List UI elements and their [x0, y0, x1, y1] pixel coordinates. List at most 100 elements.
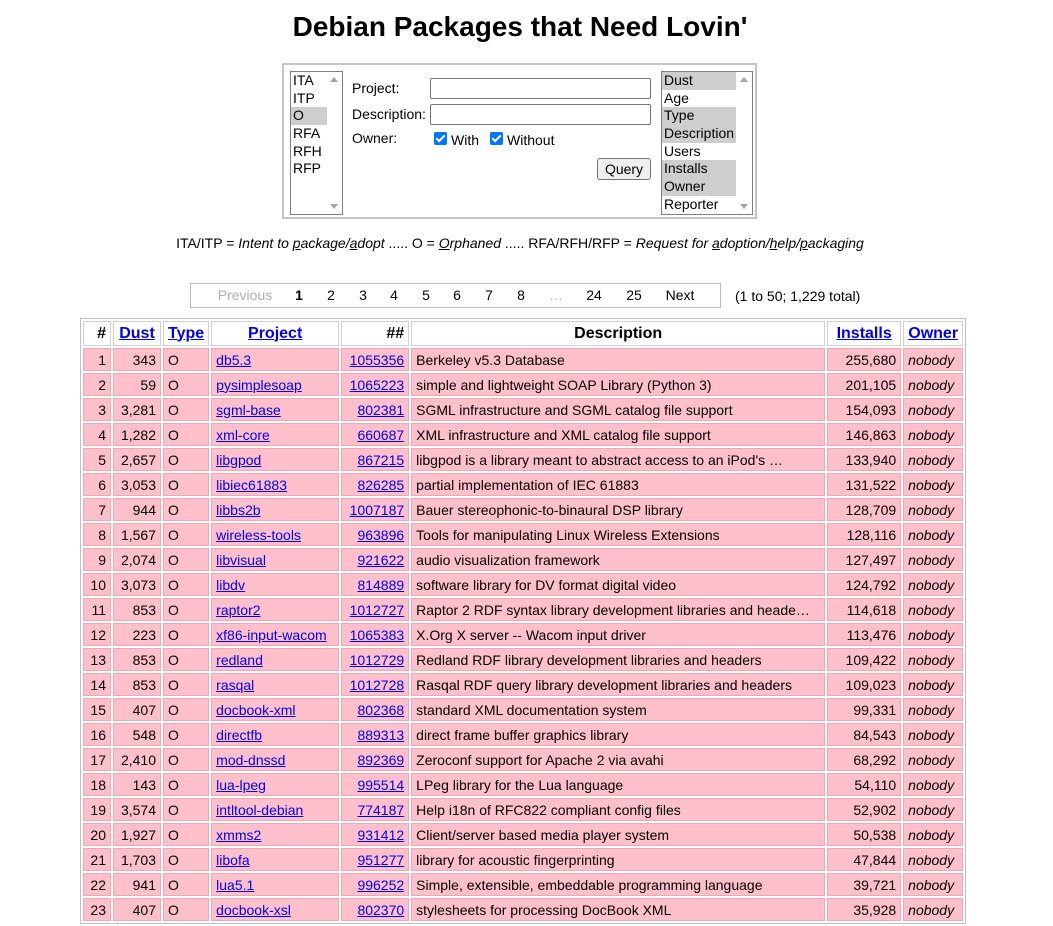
col-header-installs[interactable]: Installs: [827, 321, 902, 346]
bug-link[interactable]: 1065383: [350, 627, 405, 643]
bug-link[interactable]: 1007187: [350, 502, 405, 518]
project-link[interactable]: intltool-debian: [216, 802, 303, 818]
project-input[interactable]: [430, 78, 651, 99]
status-listbox[interactable]: ITA ITP O RFA RFH RFP: [290, 71, 343, 215]
bug-link[interactable]: 963896: [357, 527, 404, 543]
bug-link[interactable]: 802368: [357, 702, 404, 718]
status-option[interactable]: O: [291, 107, 327, 126]
status-option[interactable]: ITA: [291, 72, 327, 90]
owner-without-label[interactable]: Without: [507, 132, 554, 148]
row-project: lua-lpeg: [211, 773, 340, 796]
sort-option[interactable]: Installs: [662, 160, 736, 179]
project-link[interactable]: directfb: [216, 727, 262, 743]
page-link[interactable]: 2: [323, 284, 339, 307]
project-link[interactable]: libgpod: [216, 452, 261, 468]
scroll-down-arrow-icon[interactable]: [330, 204, 338, 209]
sort-option[interactable]: Reporter: [662, 196, 736, 214]
bug-link[interactable]: 1012729: [350, 652, 405, 668]
col-header-type[interactable]: Type: [163, 321, 210, 346]
sort-option[interactable]: Type: [662, 107, 736, 126]
status-listbox-scrollbar[interactable]: [327, 72, 342, 214]
project-link[interactable]: libdv: [216, 577, 245, 593]
page-link[interactable]: 25: [623, 284, 645, 307]
page-link[interactable]: 4: [386, 284, 402, 307]
sort-option[interactable]: Owner: [662, 178, 736, 196]
page-link[interactable]: 7: [481, 284, 497, 307]
project-link[interactable]: docbook-xsl: [216, 902, 291, 918]
project-link[interactable]: libbs2b: [216, 502, 260, 518]
sort-listbox[interactable]: Dust Age Type Description Users Installs Owner…: [661, 71, 753, 215]
project-link[interactable]: rasqal: [216, 677, 254, 693]
sort-owner-link[interactable]: Owner: [908, 325, 958, 342]
status-option[interactable]: RFH: [291, 143, 327, 161]
project-link[interactable]: libofa: [216, 852, 249, 868]
scroll-up-arrow-icon[interactable]: [330, 77, 338, 82]
col-header-owner[interactable]: Owner: [903, 321, 964, 346]
bug-link[interactable]: 774187: [357, 802, 404, 818]
project-link[interactable]: xml-core: [216, 427, 270, 443]
bug-link[interactable]: 814889: [357, 577, 404, 593]
page-link[interactable]: 3: [355, 284, 371, 307]
bug-link[interactable]: 921622: [357, 552, 404, 568]
page-link[interactable]: 8: [513, 284, 529, 307]
project-link[interactable]: raptor2: [216, 602, 260, 618]
sort-option[interactable]: Description: [662, 125, 736, 143]
bug-link[interactable]: 889313: [357, 727, 404, 743]
row-dust: 3,053: [113, 473, 161, 496]
col-header-project[interactable]: Project: [211, 321, 340, 346]
row-installs: 113,476: [827, 623, 902, 646]
project-link[interactable]: sgml-base: [216, 402, 281, 418]
sort-project-link[interactable]: Project: [248, 325, 302, 342]
query-button[interactable]: Query: [597, 158, 651, 180]
col-header-dust[interactable]: Dust: [113, 321, 161, 346]
project-link[interactable]: redland: [216, 652, 263, 668]
project-link[interactable]: pysimplesoap: [216, 377, 302, 393]
sort-option[interactable]: Dust: [662, 72, 736, 90]
project-link[interactable]: wireless-tools: [216, 527, 301, 543]
sort-type-link[interactable]: Type: [168, 325, 204, 342]
bug-link[interactable]: 660687: [357, 427, 404, 443]
project-link[interactable]: libvisual: [216, 552, 266, 568]
bug-link[interactable]: 996252: [357, 877, 404, 893]
project-link[interactable]: xmms2: [216, 827, 261, 843]
table-row: 14 853 Orasqal 1012728 Rasqal RDF query libr…: [83, 673, 964, 696]
description-input[interactable]: [430, 104, 651, 125]
sort-option[interactable]: Users: [662, 143, 736, 161]
project-link[interactable]: db5.3: [216, 352, 251, 368]
project-link[interactable]: xf86-input-wacom: [216, 627, 327, 643]
bug-link[interactable]: 951277: [357, 852, 404, 868]
bug-link[interactable]: 1012728: [350, 677, 405, 693]
results-total: (1 to 50; 1,229 total): [735, 288, 861, 304]
sort-option[interactable]: Age: [662, 90, 736, 108]
page-link[interactable]: 24: [583, 284, 605, 307]
project-link[interactable]: libiec61883: [216, 477, 287, 493]
project-link[interactable]: docbook-xml: [216, 702, 295, 718]
bug-link[interactable]: 1065223: [350, 377, 405, 393]
status-option[interactable]: RFA: [291, 125, 327, 143]
owner-with-checkbox[interactable]: [434, 132, 447, 145]
sort-installs-link[interactable]: Installs: [837, 325, 892, 342]
bug-link[interactable]: 1055356: [350, 352, 405, 368]
page-link[interactable]: 6: [449, 284, 465, 307]
project-link[interactable]: mod-dnssd: [216, 752, 285, 768]
bug-link[interactable]: 1012727: [350, 602, 405, 618]
sort-dust-link[interactable]: Dust: [119, 325, 155, 342]
status-option[interactable]: ITP: [291, 90, 327, 108]
bug-link[interactable]: 995514: [357, 777, 404, 793]
bug-link[interactable]: 826285: [357, 477, 404, 493]
status-option[interactable]: RFP: [291, 160, 327, 178]
bug-link[interactable]: 802381: [357, 402, 404, 418]
scroll-up-arrow-icon[interactable]: [740, 77, 748, 82]
owner-with-label[interactable]: With: [451, 132, 479, 148]
bug-link[interactable]: 892369: [357, 752, 404, 768]
bug-link[interactable]: 802370: [357, 902, 404, 918]
bug-link[interactable]: 867215: [357, 452, 404, 468]
next-page-link[interactable]: Next: [661, 284, 699, 307]
project-link[interactable]: lua-lpeg: [216, 777, 266, 793]
scroll-down-arrow-icon[interactable]: [740, 204, 748, 209]
project-link[interactable]: lua5.1: [216, 877, 254, 893]
owner-without-checkbox[interactable]: [490, 132, 503, 145]
bug-link[interactable]: 931412: [357, 827, 404, 843]
page-link[interactable]: 5: [418, 284, 434, 307]
sort-listbox-scrollbar[interactable]: [737, 72, 752, 214]
